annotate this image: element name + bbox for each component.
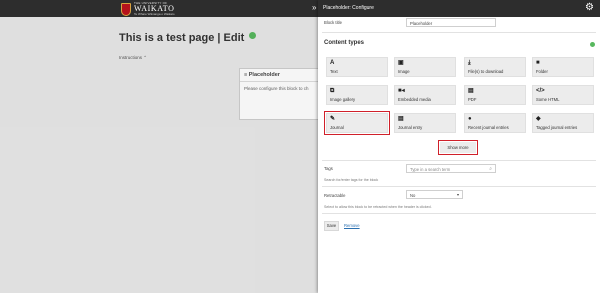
tile-tagged-journal-entries[interactable]: ◆ Tagged journal entries	[532, 113, 594, 133]
tile-label: Tagged journal entries	[536, 125, 578, 130]
retractable-help-text: Select to allow this block to be retract…	[324, 205, 432, 209]
divider	[322, 213, 596, 214]
tile-text[interactable]: A Text	[326, 57, 388, 77]
tile-some-html[interactable]: </> Some HTML	[532, 85, 594, 105]
university-logo[interactable]: THE UNIVERSITY OF WAIKATO Te Whare Wānan…	[121, 2, 175, 16]
tags-label: Tags	[324, 166, 333, 171]
code-icon: </>	[536, 88, 545, 94]
save-button[interactable]: Save	[324, 221, 339, 231]
tile-label: Recent journal entries	[468, 125, 509, 130]
clock-icon: ●	[468, 116, 472, 122]
divider	[322, 186, 596, 187]
tile-journal[interactable]: ✎ Journal	[324, 111, 390, 135]
tile-files-to-download[interactable]: ⤓ File(s) to download	[464, 57, 526, 77]
divider	[322, 32, 596, 33]
logo-sub-text: Te Whare Wānanga o Waikato	[134, 12, 175, 16]
tile-label: PDF	[468, 97, 477, 102]
pencil-icon: ✎	[330, 116, 336, 122]
tile-label: Embedded media	[398, 97, 431, 102]
tile-label: Journal entry	[398, 125, 423, 130]
page-overlay	[0, 17, 318, 293]
tags-placeholder: Type in a search term	[410, 167, 451, 172]
block-title-label: Block title	[324, 20, 342, 25]
gallery-icon: ⧉	[330, 88, 335, 94]
collapse-icon[interactable]: »	[312, 3, 316, 12]
tile-pdf[interactable]: ▤ PDF	[464, 85, 526, 105]
chevron-down-icon: ▾	[456, 192, 459, 197]
panel-title: Placeholder: Configure	[323, 5, 374, 11]
tile-embedded-media[interactable]: ■◂ Embedded media	[394, 85, 456, 105]
divider	[322, 160, 596, 161]
tile-image-gallery[interactable]: ⧉ Image gallery	[326, 85, 388, 105]
gear-icon[interactable]: ⚙	[585, 2, 594, 14]
tile-folder[interactable]: ■ Folder	[532, 57, 594, 77]
tile-label: Image	[398, 69, 410, 74]
panel-header: Placeholder: Configure ⚙	[318, 0, 600, 17]
tile-label: Image gallery	[330, 97, 356, 102]
content-types-heading: Content types	[324, 40, 365, 46]
text-icon: A	[330, 60, 335, 66]
tile-label: Folder	[536, 69, 548, 74]
tile-recent-journal-entries[interactable]: ● Recent journal entries	[464, 113, 526, 133]
remove-link[interactable]: Remove	[344, 223, 360, 228]
show-more-button[interactable]: Show more	[438, 140, 478, 155]
tile-label: Journal	[330, 125, 344, 130]
tile-label: Some HTML	[536, 97, 560, 102]
retractable-label: Retractable	[324, 193, 346, 198]
retractable-select[interactable]: No ▾	[406, 190, 463, 199]
video-icon: ■◂	[398, 88, 405, 94]
tags-search-input[interactable]: Type in a search term ⌕	[406, 164, 496, 173]
block-title-input[interactable]: Placeholder	[406, 18, 496, 27]
tags-help-text: Search for/enter tags for the block	[324, 178, 379, 182]
image-icon: ▣	[398, 60, 404, 66]
document-icon: ▤	[398, 116, 404, 122]
crest-icon	[121, 2, 131, 16]
search-icon: ⌕	[489, 166, 492, 172]
retractable-value: No	[410, 193, 416, 198]
tag-icon: ◆	[536, 116, 541, 122]
download-icon: ⤓	[468, 60, 471, 66]
folder-icon: ■	[536, 60, 540, 66]
tile-label: Text	[330, 69, 338, 74]
configure-panel: Placeholder: Configure ⚙ Block title Pla…	[318, 0, 600, 293]
help-icon[interactable]	[590, 42, 595, 47]
tile-image[interactable]: ▣ Image	[394, 57, 456, 77]
tile-label: File(s) to download	[468, 69, 504, 74]
tile-journal-entry[interactable]: ▤ Journal entry	[394, 113, 456, 133]
pdf-icon: ▤	[468, 88, 474, 94]
